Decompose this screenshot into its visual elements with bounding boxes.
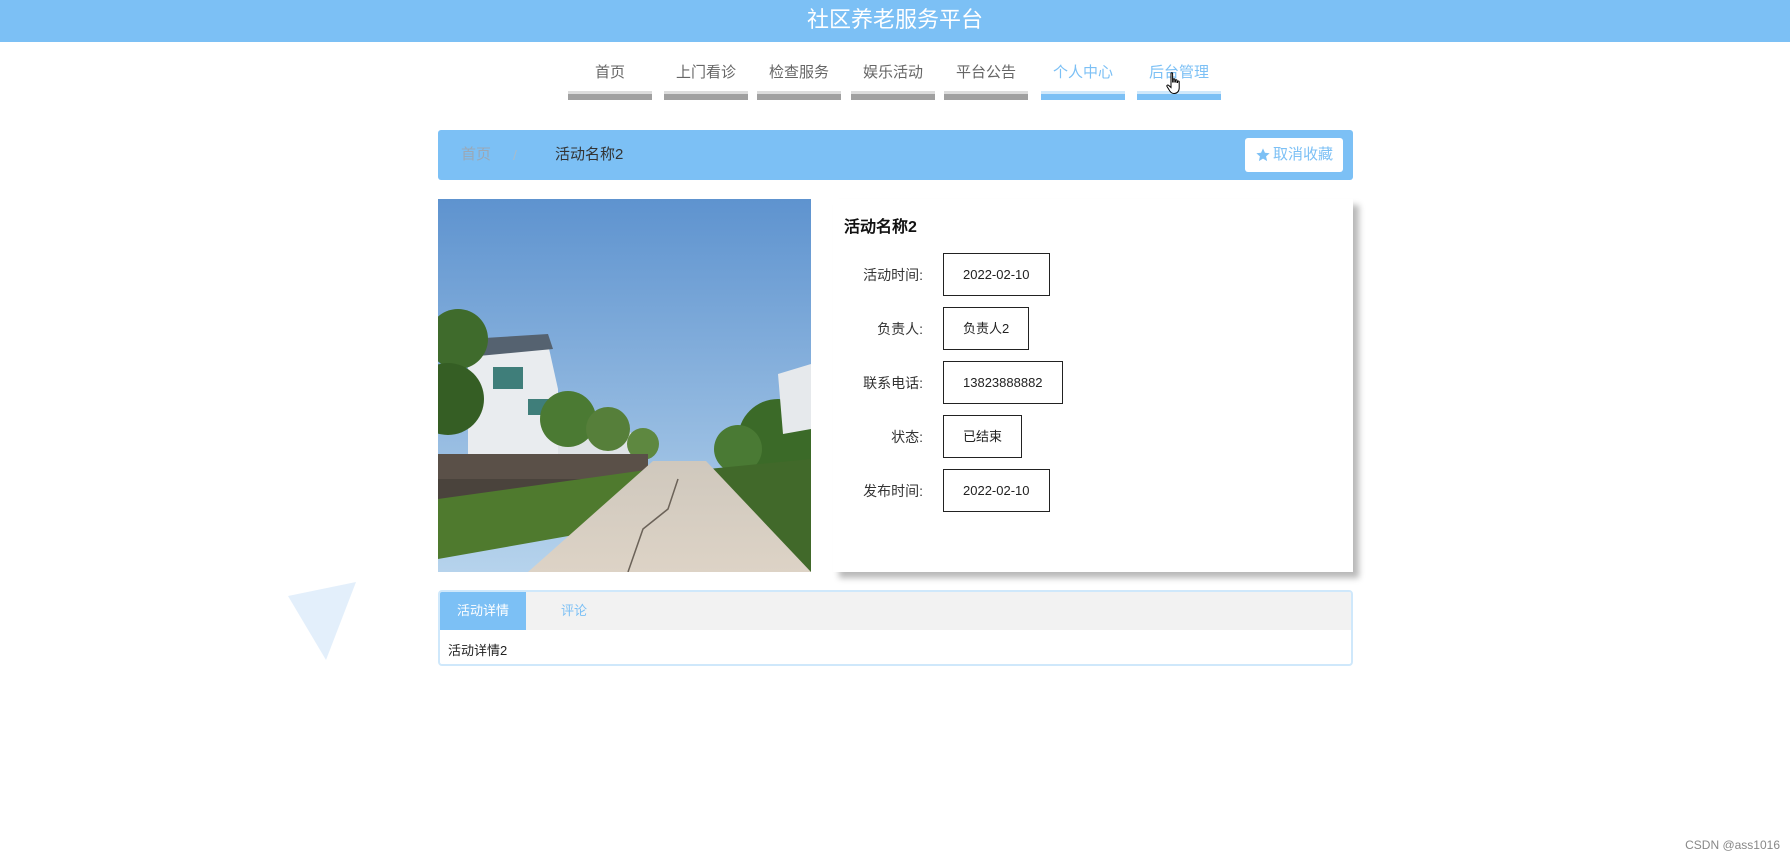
nav-item-activities[interactable]: 娱乐活动 — [851, 56, 935, 102]
site-title: 社区养老服务平台 — [806, 7, 983, 32]
nav-underline — [664, 91, 748, 100]
photo-icon — [438, 199, 811, 572]
tab-content-text: 活动详情2 — [448, 643, 508, 658]
nav-item-label: 平台公告 — [955, 64, 1016, 81]
breadcrumb-current: 活动名称2 — [555, 146, 624, 163]
star-icon — [1256, 148, 1270, 162]
tab-activity-details[interactable]: 活动详情 — [440, 592, 526, 630]
breadcrumb: 首页 / 活动名称2 取消收藏 — [438, 130, 1353, 180]
field-label: 发布时间: — [863, 483, 923, 499]
nav-item-label: 个人中心 — [1052, 64, 1113, 81]
nav-item-label: 首页 — [594, 64, 625, 81]
detail-tabs: 活动详情 评论 活动详情2 — [438, 590, 1353, 666]
activity-photo — [438, 199, 811, 572]
activity-title: 活动名称2 — [844, 219, 917, 236]
nav-item-label: 上门看诊 — [675, 64, 736, 81]
unfavorite-button[interactable]: 取消收藏 — [1244, 138, 1343, 172]
decorative-triangle — [288, 582, 356, 660]
footer-credit: CSDN @ass1016 — [1685, 838, 1780, 852]
field-value: 2022-02-10 — [943, 469, 1050, 512]
nav-underline — [568, 91, 652, 100]
nav-underline — [757, 91, 841, 100]
activity-info-card: 活动名称2 活动时间: 2022-02-10 负责人: 负责人2 联系电话: 1… — [833, 199, 1353, 572]
breadcrumb-home-link[interactable]: 首页 — [461, 130, 491, 180]
main-nav: 首页 上门看诊 检查服务 娱乐活动 平台公告 个人中心 后台管理 — [0, 56, 1790, 102]
field-value: 已结束 — [943, 415, 1023, 458]
nav-underline — [944, 91, 1028, 100]
hand-pointer-icon — [1166, 72, 1182, 101]
nav-item-checkup[interactable]: 检查服务 — [757, 56, 841, 102]
unfavorite-button-label: 取消收藏 — [1272, 146, 1333, 163]
tab-comments[interactable]: 评论 — [526, 592, 622, 630]
field-label: 负责人: — [877, 321, 923, 337]
nav-item-label: 检查服务 — [768, 64, 829, 81]
nav-underline — [851, 91, 935, 100]
top-header-bar: 社区养老服务平台 — [0, 0, 1790, 42]
field-value: 负责人2 — [943, 307, 1030, 350]
breadcrumb-separator: / — [513, 147, 517, 163]
field-label: 活动时间: — [863, 267, 923, 283]
nav-item-personal-center[interactable]: 个人中心 — [1041, 56, 1125, 102]
field-value: 13823888882 — [943, 361, 1063, 404]
nav-item-announcements[interactable]: 平台公告 — [944, 56, 1028, 102]
field-label: 联系电话: — [863, 375, 923, 391]
field-label: 状态: — [891, 429, 923, 445]
nav-item-home[interactable]: 首页 — [568, 56, 652, 102]
nav-underline — [1041, 91, 1125, 100]
tabs-header: 活动详情 评论 — [440, 592, 1351, 630]
field-value: 2022-02-10 — [943, 253, 1050, 296]
nav-item-home-visit[interactable]: 上门看诊 — [664, 56, 748, 102]
nav-item-label: 娱乐活动 — [862, 64, 923, 81]
